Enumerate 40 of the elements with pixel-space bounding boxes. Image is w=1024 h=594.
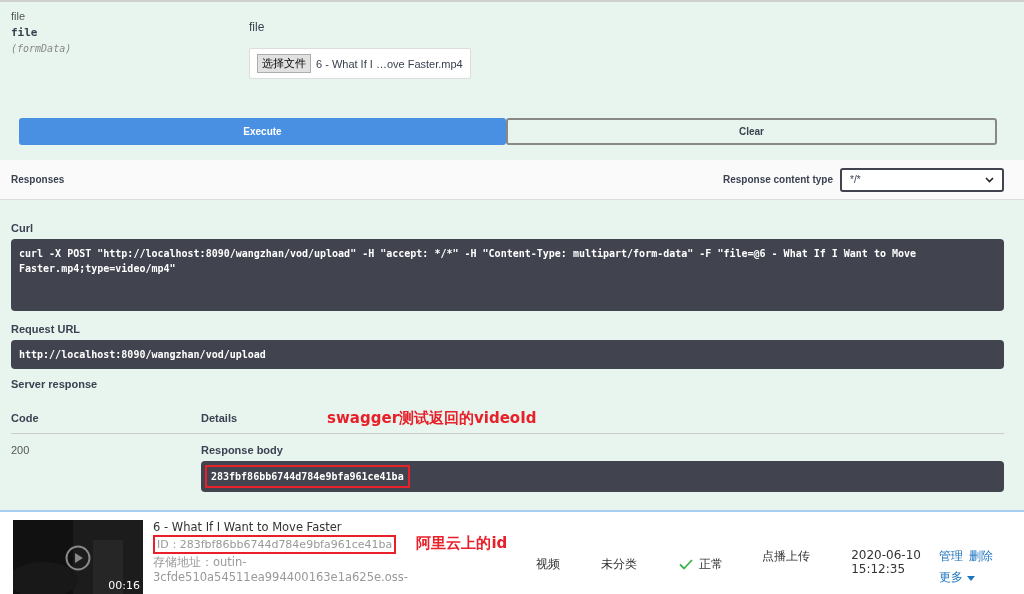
- parameter-location: (formData): [11, 43, 73, 54]
- play-icon: [65, 545, 91, 571]
- choose-file-button[interactable]: 选择文件: [257, 54, 311, 73]
- curl-command: curl -X POST "http://localhost:8090/wangzhan/vod/upload" -H "accept: */*" -H "Content-Type: multipart/form-data" -F "file=@6 - What If I Want to Move Faster.mp4;type=video/mp4": [11, 239, 1004, 311]
- video-source: 点播上传: [761, 548, 811, 565]
- file-name: 6 - What If I …ove Faster.mp4: [316, 57, 463, 70]
- response-body-text: 283fbf86bb6744d784e9bfa961ce41ba: [205, 465, 410, 488]
- column-header: Details: [201, 412, 238, 424]
- curl-label: Curl: [11, 222, 34, 234]
- request-url-label: Request URL: [11, 323, 82, 335]
- status-code: 200: [11, 444, 31, 458]
- annotation-text: 阿里云上的id: [416, 534, 509, 553]
- upload-time: 15:12:35: [851, 562, 907, 576]
- video-duration: 00:16: [108, 579, 140, 592]
- storage-address: 存储地址：outin-3cfde510a54511ea994400163e1a625e.oss-: [153, 555, 409, 584]
- action-link[interactable]: 删除: [969, 548, 994, 565]
- request-url: http://localhost:8090/wangzhan/vod/upload: [11, 340, 1004, 369]
- annotation-text: swagger测试返回的videoId: [327, 408, 537, 428]
- more-menu-link[interactable]: 更多: [939, 569, 976, 586]
- video-category: 未分类: [600, 556, 638, 573]
- parameter-description: file: [249, 20, 266, 34]
- server-response-title: Server response: [11, 378, 99, 390]
- status-text: 正常: [698, 556, 723, 573]
- clear-button[interactable]: Clear: [506, 118, 997, 145]
- parameter-name: file: [11, 10, 27, 22]
- check-icon: [678, 559, 693, 570]
- content-type-select[interactable]: */*: [840, 167, 1004, 192]
- column-header: Code: [11, 412, 40, 424]
- responses-title: Responses: [11, 174, 65, 185]
- upload-date: 2020-06-10: [851, 548, 922, 562]
- video-title: 6 - What If I Want to Move Faster: [153, 520, 343, 534]
- chevron-icon: [985, 176, 994, 183]
- action-link[interactable]: 管理: [939, 548, 964, 565]
- video-type: 视频: [536, 556, 562, 573]
- video-id: ID：283fbf86bb6744d784e9bfa961ce41ba: [153, 535, 397, 554]
- response-body-label: Response body: [201, 444, 284, 456]
- caret-icon: [967, 576, 976, 581]
- parameter-type: file: [11, 26, 39, 39]
- file-input[interactable]: 选择文件 6 - What If I …ove Faster.mp4: [249, 48, 471, 79]
- content-type-label: Response content type: [722, 174, 833, 185]
